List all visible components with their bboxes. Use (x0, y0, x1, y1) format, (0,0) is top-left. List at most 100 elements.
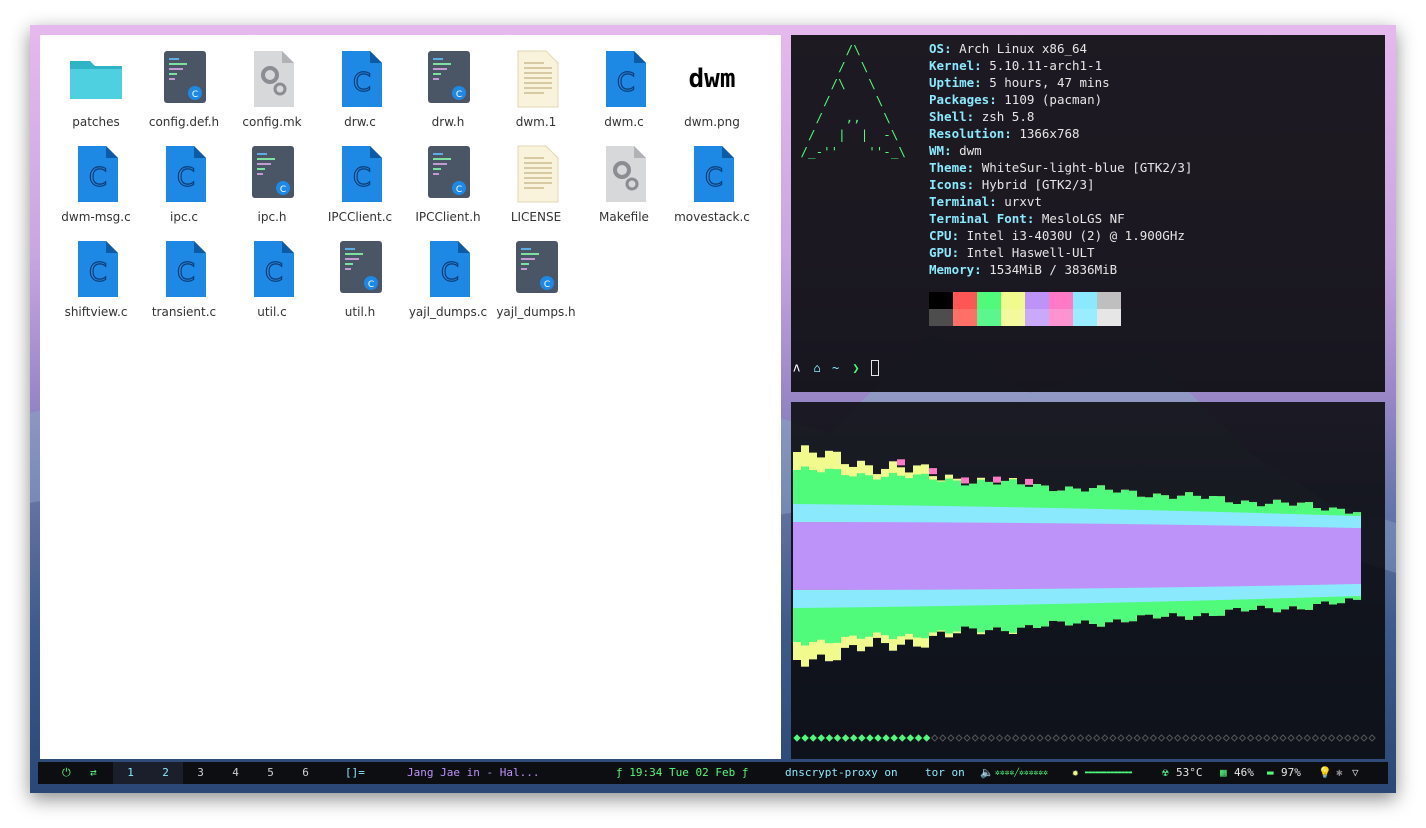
c-source-file-icon: C (78, 146, 118, 202)
file-item[interactable]: Makefile (580, 142, 668, 224)
file-name: IPCClient.c (327, 210, 393, 224)
image-file-icon: dwm (689, 64, 736, 94)
svg-text:dwm: dwm (689, 64, 736, 94)
file-item[interactable]: Cshiftview.c (52, 237, 140, 319)
file-item[interactable]: C IPCClient.h (404, 142, 492, 224)
file-item[interactable]: C IPCClient.c (316, 142, 404, 224)
terminal-window[interactable]: /\ / \ /\ \ / \ / ,, \ / | | -\ /_-'' ''… (791, 35, 1385, 392)
visualizer-band-purple (1001, 522, 1009, 590)
progress-dot (971, 734, 979, 742)
file-item[interactable]: Cyajl_dumps.h (492, 237, 580, 319)
file-item[interactable]: Cdrw.h (404, 47, 492, 129)
file-item[interactable]: Cutil.h (316, 237, 404, 319)
visualizer-band-purple (1073, 523, 1081, 589)
visualizer-band-purple (1353, 528, 1361, 584)
svg-text:C: C (544, 280, 550, 290)
visualizer-band-purple (937, 522, 945, 590)
file-item[interactable]: patches (52, 47, 140, 129)
progress-dot (987, 734, 996, 742)
workspace-tag[interactable]: 1 (113, 762, 148, 784)
visualizer-band-purple (1113, 523, 1121, 589)
visualizer-band-purple (1017, 522, 1025, 590)
layout-indicator[interactable]: []= (345, 762, 365, 784)
workspace-tag[interactable]: 6 (288, 762, 323, 784)
shell-prompt[interactable]: ʌ ⌂ ~ ❯ (793, 360, 879, 376)
workspace-tag[interactable]: 5 (253, 762, 288, 784)
file-item[interactable]: dwm dwm.png (668, 47, 756, 129)
text-file-icon (517, 50, 559, 108)
wifi-icon[interactable]: ▽ (1352, 762, 1359, 784)
visualizer-band-purple (1097, 523, 1105, 589)
refresh-icon[interactable]: ⇄ (90, 762, 97, 784)
file-item[interactable]: Cconfig.def.h (140, 47, 228, 129)
info-key: Terminal (929, 194, 990, 209)
visualizer-band-purple (1169, 524, 1177, 588)
lightbulb-icon[interactable]: 💡 (1318, 762, 1332, 784)
file-item[interactable]: Cdrw.c (316, 47, 404, 129)
home-icon: ⌂ (813, 360, 821, 375)
file-item[interactable]: config.mk (228, 47, 316, 129)
progress-dot (1125, 734, 1133, 742)
workspace-tag[interactable]: 3 (183, 762, 218, 784)
workspace-tag[interactable]: 2 (148, 762, 183, 784)
file-item[interactable]: Ctransient.c (140, 237, 228, 319)
file-item[interactable]: dwm.1 (492, 47, 580, 129)
visualizer-band-purple (1041, 523, 1049, 589)
visualizer-band-purple (921, 522, 929, 590)
info-row: OS: Arch Linux x86_64 (929, 41, 1088, 56)
file-item[interactable]: LICENSE (492, 142, 580, 224)
progress-dot (1222, 734, 1231, 742)
visualizer-band-purple (1177, 524, 1185, 588)
file-item[interactable]: Cdwm.c (580, 47, 668, 129)
svg-text:C: C (456, 90, 462, 100)
info-value: Intel i3-4030U (2) @ 1.900GHz (966, 228, 1185, 243)
file-name: shiftview.c (64, 305, 128, 319)
file-manager-window[interactable]: patches Cconfig.def.h config.mk Cdrw.c Cdrw.… (40, 35, 781, 759)
file-item[interactable]: Cipc.h (228, 142, 316, 224)
progress-dot (874, 734, 882, 742)
progress-dot (1254, 734, 1263, 742)
volume-icon[interactable]: 🔈 (980, 762, 994, 784)
visualizer-band-purple (1161, 524, 1169, 588)
progress-dot (955, 734, 963, 742)
info-row: GPU: Intel Haswell-ULT (929, 245, 1095, 260)
visualizer-band-purple (1185, 524, 1193, 588)
visualizer-band-purple (1033, 523, 1041, 589)
visualizer-band-purple (1305, 527, 1313, 585)
temperature-value: 53°C (1176, 766, 1203, 779)
visualizer-band-purple (1193, 525, 1201, 587)
color-swatch (1001, 292, 1025, 309)
info-key: Kernel (929, 58, 975, 73)
info-key: GPU (929, 245, 952, 260)
visualizer-band-purple (1217, 525, 1225, 587)
progress-dot (1190, 734, 1198, 742)
info-row: WM: dwm (929, 143, 982, 158)
workspace-tag[interactable]: 4 (218, 762, 253, 784)
info-key: WM (929, 143, 945, 158)
file-item[interactable]: Cutil.c (228, 237, 316, 319)
progress-dot (1011, 734, 1020, 742)
file-item[interactable]: Cipc.c (140, 142, 228, 224)
progress-dot (1076, 734, 1085, 742)
file-item[interactable]: Cyajl_dumps.c (404, 237, 492, 319)
progress-dot (801, 734, 809, 742)
file-name: ipc.h (257, 210, 287, 224)
visualizer-band-purple (1345, 527, 1353, 585)
progress-dot (914, 734, 923, 742)
visualizer-peak-pink (1025, 478, 1033, 485)
progress-dot (1271, 734, 1279, 742)
power-icon[interactable]: ⏻ (62, 762, 71, 784)
c-source-file-icon: C (78, 241, 118, 297)
info-row: Resolution: 1366x768 (929, 126, 1080, 141)
info-row: Memory: 1534MiB / 3836MiB (929, 262, 1118, 277)
desktop: patches Cconfig.def.h config.mk Cdrw.c Cdrw.… (30, 25, 1396, 793)
c-header-file-icon: C (516, 241, 558, 293)
progress-dot (1036, 734, 1044, 742)
visualizer-band-purple (993, 522, 1001, 590)
info-key: Shell (929, 109, 967, 124)
file-item[interactable]: Cdwm-msg.c (52, 142, 140, 224)
visualizer-band-purple (1265, 526, 1273, 586)
bluetooth-icon[interactable]: ✱ (1336, 762, 1343, 784)
file-item[interactable]: Cmovestack.c (668, 142, 756, 224)
progress-dot (1117, 734, 1125, 742)
